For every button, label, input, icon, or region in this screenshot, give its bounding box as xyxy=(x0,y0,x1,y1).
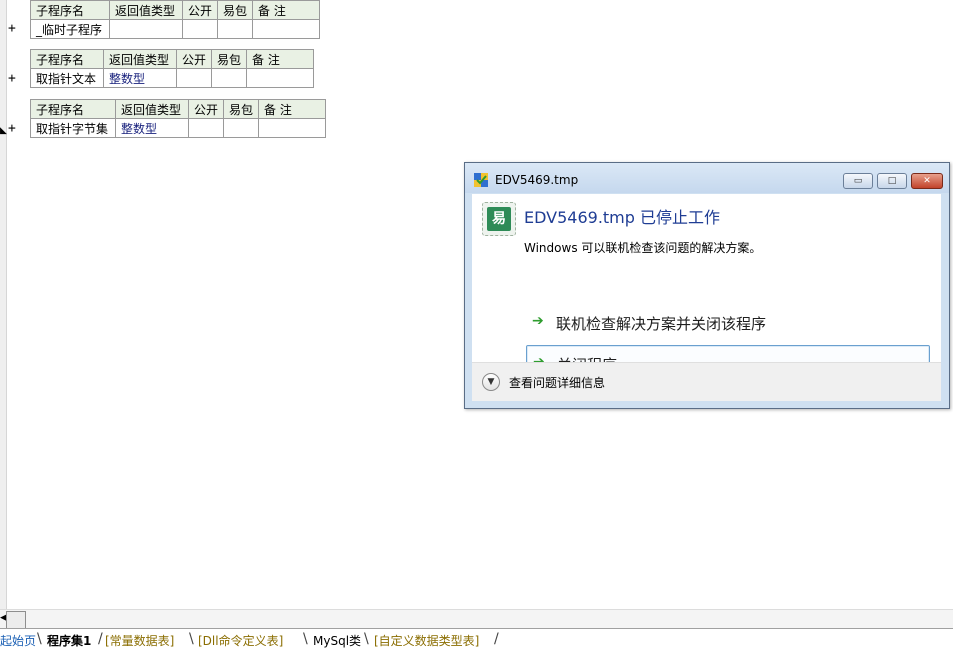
view-details-link[interactable]: 查看问题详细信息 xyxy=(509,374,605,391)
tab-dll-command-table[interactable]: [Dll命令定义表] xyxy=(198,632,283,649)
cell-easy-pkg[interactable] xyxy=(217,19,254,39)
col-return-type-header: 返回值类型 xyxy=(103,49,177,69)
col-remark-header: 备 注 xyxy=(258,99,327,119)
tab-constant-table[interactable]: [常量数据表] xyxy=(105,632,174,649)
tab-start-page[interactable]: 起始页 xyxy=(0,632,36,649)
cell-return-type[interactable] xyxy=(109,19,183,39)
row-marker-icon: ◣ xyxy=(0,126,7,136)
col-name-header: 子程序名 xyxy=(30,99,116,119)
subroutine-table-3: 子程序名 返回值类型 公开 易包 备 注 取指针字节集 整数型 xyxy=(30,99,327,138)
tab-separator: \ xyxy=(303,631,308,647)
tab-separator: / xyxy=(98,631,103,647)
dialog-content: 易 EDV5469.tmp 已停止工作 Windows 可以联机检查该问题的解决… xyxy=(472,194,941,383)
col-remark-header: 备 注 xyxy=(246,49,315,69)
horizontal-scrollbar[interactable]: ◀ xyxy=(0,609,953,629)
app-icon: 易 xyxy=(482,202,516,236)
check-online-option[interactable]: ➔ 联机检查解决方案并关闭该程序 xyxy=(526,305,928,341)
left-margin xyxy=(0,0,7,612)
table-header-row: 子程序名 返回值类型 公开 易包 备 注 xyxy=(30,49,315,69)
minimize-button[interactable]: ▭ xyxy=(843,173,873,189)
cell-return-type[interactable]: 整数型 xyxy=(115,118,189,138)
shield-icon xyxy=(474,173,488,187)
table-row[interactable]: 取指针文本 整数型 xyxy=(30,68,315,88)
cell-remark[interactable] xyxy=(258,118,327,138)
dialog-titlebar[interactable]: EDV5469.tmp ▭ □ ✕ xyxy=(465,163,949,193)
subroutine-table-1: 子程序名 返回值类型 公开 易包 备 注 _临时子程序 xyxy=(30,0,321,39)
col-name-header: 子程序名 xyxy=(30,49,104,69)
green-arrow-icon: ➔ xyxy=(532,313,544,329)
cell-name[interactable]: _临时子程序 xyxy=(30,19,110,39)
col-public-header: 公开 xyxy=(175,49,213,69)
col-remark-header: 备 注 xyxy=(252,0,321,20)
chevron-down-icon[interactable]: ▼ xyxy=(482,373,500,391)
col-easy-pkg-header: 易包 xyxy=(217,0,254,20)
option-label: 联机检查解决方案并关闭该程序 xyxy=(556,315,767,333)
cell-public[interactable] xyxy=(175,68,213,88)
dialog-title: EDV5469.tmp xyxy=(495,173,579,187)
tab-mysql-class[interactable]: MySql类 xyxy=(313,632,361,649)
tab-separator: \ xyxy=(37,631,42,647)
tab-program-set-1[interactable]: 程序集1 xyxy=(47,632,91,649)
expand-button-3[interactable]: + xyxy=(8,121,16,136)
tab-separator: \ xyxy=(364,631,369,647)
cell-public[interactable] xyxy=(181,19,219,39)
subroutine-table-2: 子程序名 返回值类型 公开 易包 备 注 取指针文本 整数型 xyxy=(30,49,315,88)
table-header-row: 子程序名 返回值类型 公开 易包 备 注 xyxy=(30,0,321,20)
cell-remark[interactable] xyxy=(252,19,321,39)
col-return-type-header: 返回值类型 xyxy=(109,0,183,20)
cell-name[interactable]: 取指针文本 xyxy=(30,68,104,88)
expand-button-2[interactable]: + xyxy=(8,71,16,86)
tab-separator: / xyxy=(494,631,499,647)
cell-name[interactable]: 取指针字节集 xyxy=(30,118,116,138)
dialog-heading: EDV5469.tmp 已停止工作 xyxy=(524,208,721,227)
crash-dialog: EDV5469.tmp ▭ □ ✕ 易 EDV5469.tmp 已停止工作 Wi… xyxy=(464,162,950,409)
tab-custom-type-table[interactable]: [自定义数据类型表] xyxy=(374,632,479,649)
scroll-thumb[interactable] xyxy=(6,611,26,629)
col-public-header: 公开 xyxy=(181,0,219,20)
col-easy-pkg-header: 易包 xyxy=(211,49,248,69)
maximize-button[interactable]: □ xyxy=(877,173,907,189)
table-header-row: 子程序名 返回值类型 公开 易包 备 注 xyxy=(30,99,327,119)
cell-public[interactable] xyxy=(187,118,225,138)
close-button[interactable]: ✕ xyxy=(911,173,943,189)
tab-separator: \ xyxy=(189,631,194,647)
expand-button-1[interactable]: + xyxy=(8,21,16,36)
col-name-header: 子程序名 xyxy=(30,0,110,20)
col-easy-pkg-header: 易包 xyxy=(223,99,260,119)
cell-easy-pkg[interactable] xyxy=(223,118,260,138)
table-row[interactable]: 取指针字节集 整数型 xyxy=(30,118,327,138)
document-tab-bar: 起始页 \ 程序集1 / [常量数据表] \ [Dll命令定义表] \ MySq… xyxy=(0,628,953,653)
dialog-footer: ▼ 查看问题详细信息 xyxy=(472,362,941,401)
cell-remark[interactable] xyxy=(246,68,315,88)
dialog-description: Windows 可以联机检查该问题的解决方案。 xyxy=(524,241,762,255)
col-return-type-header: 返回值类型 xyxy=(115,99,189,119)
table-row[interactable]: _临时子程序 xyxy=(30,19,321,39)
app-logo-icon: 易 xyxy=(487,207,511,231)
col-public-header: 公开 xyxy=(187,99,225,119)
cell-return-type[interactable]: 整数型 xyxy=(103,68,177,88)
cell-easy-pkg[interactable] xyxy=(211,68,248,88)
